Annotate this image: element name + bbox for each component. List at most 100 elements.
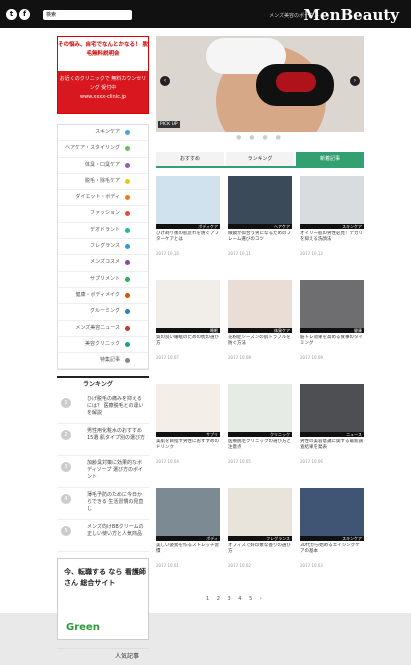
article-title[interactable]: 筋トレ効果を高める食事のタイミング [300, 335, 364, 353]
ranking-number: 3 [61, 462, 71, 473]
site-tagline: メンズ美容のポータル [269, 13, 319, 19]
article-card[interactable]: 体臭ケア 花粉症シーズンの肌トラブルを防ぐ方法 2017.10.08 [228, 280, 292, 360]
article-category: ヘアケア [228, 224, 292, 229]
article-card[interactable]: ボディケア ひげ剃り後の肌荒れを防ぐアフターケアとは 2017.10.10 [156, 176, 220, 256]
article-title[interactable]: 男性の美容意識に関する最新調査結果を発表 [300, 439, 364, 457]
article-card[interactable]: ボディ 美しい姿勢を作るストレッチ習慣 2017.10.01 [156, 488, 220, 568]
article-thumbnail[interactable] [228, 280, 292, 328]
category-item[interactable]: スキンケア [58, 125, 148, 142]
facebook-icon[interactable]: f [19, 9, 30, 20]
article-category: 健康 [300, 328, 364, 333]
category-item[interactable]: 脱毛・除毛ケア [58, 174, 148, 191]
category-item[interactable]: メンズ美容ニュース [58, 321, 148, 337]
category-label: 体臭・口臭ケア [84, 161, 120, 168]
ad2-brand: Green [66, 622, 100, 634]
slider-next-icon[interactable]: › [350, 76, 360, 86]
category-item[interactable]: ヘアケア・スタイリング [58, 141, 148, 158]
article-card[interactable]: 健康筋トレ効果を高める食事のタイミング 2017.10.09 [300, 280, 364, 360]
hero-label: PICK UP [158, 121, 180, 128]
category-item[interactable]: フレグランス [58, 239, 148, 256]
ranking-text: 男性用化粧水のおすすめ15選 肌タイプ別の選び方 [87, 428, 145, 442]
article-thumbnail[interactable] [228, 384, 292, 432]
ranking-text: ひげ脱毛の痛みを抑えるには？ 医療脱毛との違いを解説 [87, 396, 144, 417]
article-date: 2017.10.06 [300, 459, 323, 464]
article-title[interactable]: オフィスで好印象な香りの選び方 [228, 543, 292, 561]
sidebar-ad-clinic[interactable]: その悩み、自宅でなんとかなる！ 脱毛無料説明会 お近くのクリニックで 無料カウン… [57, 36, 149, 114]
hero-slider[interactable]: ‹ › PICK UP [156, 36, 364, 132]
article-category: ニュース [300, 432, 364, 437]
page: MenBeauty メンズ美容のポータル t f 検索 その悩み、自宅でなんとか… [0, 0, 411, 660]
ad-url: www.xxxx-clinic.jp [79, 94, 127, 100]
category-item[interactable]: メンズコスメ [58, 255, 148, 272]
article-title[interactable]: 美しい姿勢を作るストレッチ習慣 [156, 543, 220, 561]
category-item[interactable]: グルーミング [58, 304, 148, 321]
article-date: 2017.10.05 [228, 459, 251, 464]
category-item[interactable]: デオドラント [58, 223, 148, 240]
category-label: デオドラント [89, 226, 120, 233]
article-date: 2017.10.02 [228, 563, 251, 568]
twitter-icon[interactable]: t [6, 9, 17, 20]
article-thumbnail[interactable] [156, 280, 220, 328]
tab-ranking[interactable]: ランキング [226, 152, 294, 166]
tab-recommend[interactable]: おすすめ [156, 152, 224, 166]
article-title[interactable]: 花粉症シーズンの肌トラブルを防ぐ方法 [228, 335, 292, 353]
category-dot-icon [125, 227, 130, 233]
article-title[interactable]: 質の良い睡眠のための枕の選び方 [156, 335, 220, 353]
article-card[interactable]: フレグランス オフィスで好印象な香りの選び方 2017.10.02 [228, 488, 292, 568]
category-label: メンズ美容ニュース [75, 324, 120, 331]
slider-prev-icon[interactable]: ‹ [160, 76, 170, 86]
article-thumbnail[interactable] [300, 384, 364, 432]
category-item[interactable]: 美容クリニック [58, 337, 148, 354]
category-label: グルーミング [89, 308, 120, 315]
article-thumbnail[interactable] [156, 176, 220, 224]
sidebar-ad-green[interactable]: 今、転職する なら 看護師さん 総合サイト Green [57, 558, 149, 641]
ranking-number: 2 [61, 430, 71, 441]
article-thumbnail[interactable] [228, 176, 292, 224]
ranking-number: 1 [61, 398, 71, 409]
site-header: MenBeauty メンズ美容のポータル t f 検索 [0, 0, 411, 28]
tab-new[interactable]: 新着記事 [296, 152, 364, 166]
article-title[interactable]: オイリー肌の男性必見！テカリを抑える洗顔法 [300, 231, 364, 249]
search-input[interactable] [56, 10, 132, 20]
article-card[interactable]: サプリ 美肌を目指す男性におすすめのドリンク 2017.10.04 [156, 384, 220, 464]
article-title[interactable]: 30代から始めるエイジングケアの基本 [300, 543, 364, 561]
category-item[interactable]: ファッション [58, 206, 148, 223]
article-thumbnail[interactable] [300, 488, 364, 536]
article-card[interactable]: クリニック 医療脱毛クリニックの選び方と注意点 2017.10.05 [228, 384, 292, 464]
category-item[interactable]: 特集記事 [58, 353, 148, 370]
article-card[interactable]: スキンケア オイリー肌の男性必見！テカリを抑える洗顔法 2017.10.12 [300, 176, 364, 256]
article-thumbnail[interactable] [156, 488, 220, 536]
article-card[interactable]: 睡眠 質の良い睡眠のための枕の選び方 2017.10.07 [156, 280, 220, 360]
article-card[interactable]: スキンケア 30代から始めるエイジングケアの基本 2017.10.03 [300, 488, 364, 568]
category-dot-icon [125, 244, 130, 250]
article-thumbnail[interactable] [228, 488, 292, 536]
ranking-item[interactable]: 4 薄毛予防のために今日からできる 生活習慣の見直し [57, 488, 149, 521]
article-title[interactable]: ひげ剃り後の肌荒れを防ぐアフターケアとは [156, 231, 220, 249]
category-item[interactable]: ダイエット・ボディ [58, 190, 148, 207]
category-item[interactable]: サプリメント [58, 272, 148, 288]
pagination[interactable]: 1 2 3 4 5 › [206, 596, 265, 602]
article-title[interactable]: 美肌を目指す男性におすすめのドリンク [156, 439, 220, 457]
sidebar: その悩み、自宅でなんとかなる！ 脱毛無料説明会 お近くのクリニックで 無料カウン… [57, 36, 149, 665]
ranking-item[interactable]: 3 加齢臭対策に効果的なボディソープ 選び方のポイント [57, 456, 149, 489]
category-label: フレグランス [90, 243, 120, 250]
article-thumbnail[interactable] [156, 384, 220, 432]
article-date: 2017.10.12 [300, 251, 323, 256]
article-card[interactable]: ヘアケア 眼鏡が似合う男になるためのフレーム選びのコツ 2017.10.11 [228, 176, 292, 256]
ranking-item[interactable]: 1 ひげ脱毛の痛みを抑えるには？ 医療脱毛との違いを解説 [57, 392, 149, 425]
article-thumbnail[interactable] [300, 280, 364, 328]
category-item[interactable]: 健康・ボディメイク [58, 288, 148, 305]
article-title[interactable]: 医療脱毛クリニックの選び方と注意点 [228, 439, 292, 457]
article-card[interactable]: ニュース男性の美容意識に関する最新調査結果を発表 2017.10.06 [300, 384, 364, 464]
article-title[interactable]: 眼鏡が似合う男になるためのフレーム選びのコツ [228, 231, 292, 249]
category-item[interactable]: 体臭・口臭ケア [58, 158, 148, 174]
slider-dots[interactable]: ● ● ● ● [156, 132, 364, 144]
ranking-text: メンズ向けBBクリームの 正しい使い方と人気商品 [87, 524, 144, 538]
article-date: 2017.10.09 [300, 355, 323, 360]
ranking-item[interactable]: 2 男性用化粧水のおすすめ15選 肌タイプ別の選び方 [57, 424, 149, 457]
category-dot-icon [125, 341, 130, 347]
article-thumbnail[interactable] [300, 176, 364, 224]
category-dot-icon [125, 195, 130, 201]
ad2-text: 今、転職する なら 看護師さん 総合サイト [64, 568, 146, 588]
ranking-item[interactable]: 5 メンズ向けBBクリームの 正しい使い方と人気商品 [57, 520, 149, 553]
